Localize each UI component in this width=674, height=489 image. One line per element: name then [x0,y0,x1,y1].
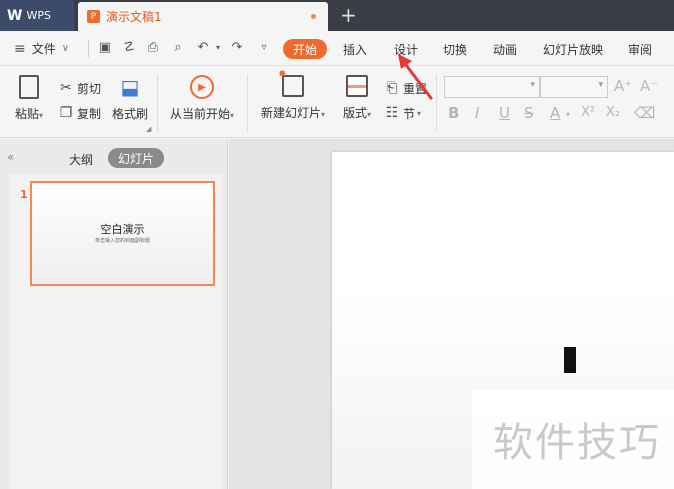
divider [88,40,89,57]
cut-label: 剪切 [77,81,102,96]
print-preview-icon[interactable]: ⌕ [170,40,186,56]
tab-slides[interactable]: 幻灯片 [108,148,164,168]
tab-home[interactable]: 开始 [283,39,327,59]
section-icon: ☷ [385,105,399,121]
font-name-combo[interactable]: ▾ [444,76,540,98]
underline-icon[interactable]: U [499,104,510,122]
new-slide-label: 新建幻灯片▾ [260,106,326,120]
dialog-launcher-icon[interactable]: ◢ [146,125,151,133]
chevron-down-icon: ▾ [530,80,535,90]
chevron-down-icon: ▾ [417,108,422,118]
hamburger-icon: ≡ [14,40,26,57]
thumbnail-title: 空白演示 [100,223,145,236]
font-color-icon[interactable]: A [550,104,560,122]
customize-toolbar-icon[interactable]: ▿ [256,40,272,56]
strikethrough-icon[interactable]: S [524,104,534,122]
tab-slideshow[interactable]: 幻灯片放映 [543,41,603,58]
paste-label: 粘贴▾ [14,107,44,121]
paint-brush-icon: ⬓ [120,75,140,99]
slide-editor-area: 软件技巧 [229,139,674,489]
paste-button[interactable]: 粘贴▾ [12,75,46,122]
group-separator [157,75,158,131]
print-icon[interactable]: ⎙ [145,40,161,56]
ribbon-toolbar: 粘贴▾ ✂ 剪切 ❐ 复制 ⬓ 格式刷 ◢ ▶ 从当前开始▾ ✸ 新建幻灯片▾ … [0,67,674,138]
layout-icon [346,75,368,97]
chevron-down-icon[interactable]: ▾ [566,110,570,119]
tab-transition[interactable]: 切换 [443,41,467,58]
new-slide-icon: ✸ [278,69,304,97]
slide-thumbnail[interactable]: 空白演示 单击输入您的封面副标题 [30,181,215,286]
copy-label: 复制 [77,106,102,121]
document-tab-title: 演示文稿1 [106,10,162,24]
section-label: 节 [403,106,416,121]
slide-number: 1 [20,188,28,201]
shrink-font-icon[interactable]: A⁻ [640,77,658,95]
collapse-panel-icon[interactable]: « [7,150,14,164]
new-tab-button[interactable]: + [340,4,357,26]
layout-button[interactable]: 版式▾ [340,75,374,121]
undo-icon[interactable]: ↶ [195,40,211,56]
app-home-tab[interactable]: W WPS [0,0,74,31]
play-icon: ▶ [190,75,214,99]
new-slide-button[interactable]: ✸ 新建幻灯片▾ [258,69,328,121]
group-separator [247,75,248,131]
chevron-down-icon: ▾ [598,80,603,90]
format-painter-button[interactable]: ⬓ 格式刷 [110,75,150,122]
window-tab-bar: W WPS P 演示文稿1 + [0,0,674,31]
format-painter-label: 格式刷 [111,107,148,121]
bold-icon[interactable]: B [448,104,459,122]
undo-dropdown-icon[interactable]: ▾ [210,40,226,56]
copy-icon: ❐ [59,105,73,121]
copy-button[interactable]: ❐ 复制 [57,104,101,122]
annotation-arrow-icon [398,54,433,100]
wps-logo-icon: W [7,7,23,24]
file-menu-label: 文件 [31,42,56,56]
italic-icon[interactable]: I [475,104,479,122]
export-pdf-icon[interactable]: ☡ [121,40,137,56]
from-current-label: 从当前开始▾ [169,107,235,121]
tab-animation[interactable]: 动画 [493,41,517,58]
app-name: WPS [26,9,51,22]
save-icon[interactable]: ▣ [97,40,113,56]
file-menu-button[interactable]: ≡ 文件 ∨ [14,31,69,66]
thumbnail-subtitle: 单击输入您的封面副标题 [94,238,150,244]
watermark: 软件技巧 [472,389,674,489]
redo-icon[interactable]: ↷ [229,40,245,56]
font-size-combo[interactable]: ▾ [540,76,608,98]
play-from-current-button[interactable]: ▶ 从当前开始▾ [167,75,237,122]
subscript-icon[interactable]: X₂ [606,105,620,120]
scissors-icon: ✂ [60,80,72,96]
unsaved-dot-icon [311,14,316,19]
document-tab[interactable]: P 演示文稿1 [78,2,328,31]
layout-label: 版式▾ [342,106,372,120]
tab-outline[interactable]: 大纲 [69,151,93,168]
slide-title-fragment [564,347,576,373]
eraser-icon[interactable]: ⌫ [634,104,655,122]
tab-insert[interactable]: 插入 [343,41,367,58]
section-button[interactable]: ☷ 节 ▾ [383,104,421,122]
presentation-file-icon: P [87,10,100,23]
grow-font-icon[interactable]: A⁺ [614,77,632,95]
chevron-down-icon: ∨ [61,43,70,54]
clipboard-icon [19,75,39,99]
cut-button[interactable]: ✂ 剪切 [57,79,101,97]
group-separator [436,75,437,131]
superscript-icon[interactable]: X² [581,105,595,120]
tab-review[interactable]: 审阅 [628,41,652,58]
menu-bar: ≡ 文件 ∨ ▣ ☡ ⎙ ⌕ ↶ ▾ ↷ ▿ 开始 插入 设计 切换 动画 幻灯… [0,31,674,66]
